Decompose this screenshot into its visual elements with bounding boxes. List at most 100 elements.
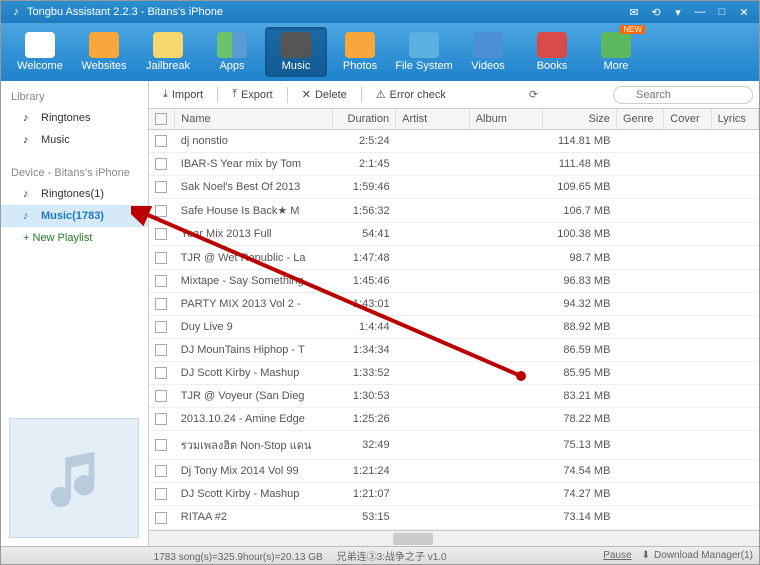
col-cover[interactable]: Cover <box>664 109 711 130</box>
sidebar-item-lib-ringtones[interactable]: ♪Ringtones <box>1 107 148 129</box>
toolbar-books[interactable]: Books <box>521 27 583 77</box>
cell-name: TJR @ Wet Republic - La <box>175 246 333 269</box>
row-checkbox[interactable] <box>155 512 167 524</box>
toolbar-filesystem[interactable]: File System <box>393 27 455 77</box>
table-row[interactable]: 2013.10.24 - Amine Edge 1:25:26 78.22 MB <box>149 408 759 431</box>
col-album[interactable]: Album <box>469 109 543 130</box>
row-checkbox[interactable] <box>155 181 167 193</box>
row-checkbox[interactable] <box>155 488 167 500</box>
toolbar-jailbreak[interactable]: Jailbreak <box>137 27 199 77</box>
row-checkbox[interactable] <box>155 321 167 333</box>
cell-album <box>469 153 543 176</box>
table-row[interactable]: Duy Live 9 1:4:44 88.92 MB <box>149 315 759 338</box>
row-checkbox[interactable] <box>155 390 167 402</box>
col-size[interactable]: Size <box>543 109 617 130</box>
close-icon[interactable]: ✕ <box>737 5 751 19</box>
sync-icon[interactable]: ⟲ <box>649 5 663 19</box>
cell-size: 94.32 MB <box>543 292 617 315</box>
sidebar-item-lib-music[interactable]: ♪Music <box>1 129 148 151</box>
horizontal-scrollbar[interactable] <box>149 530 759 546</box>
export-button[interactable]: ⤒ Export <box>224 85 281 104</box>
table-row[interactable]: PARTY MIX 2013 Vol 2 - 1:43:01 94.32 MB <box>149 292 759 315</box>
cell-artist <box>396 130 470 153</box>
table-row[interactable]: TJR @ Wet Republic - La 1:47:48 98.7 MB <box>149 246 759 269</box>
cell-duration: 54:41 <box>333 223 396 246</box>
cell-album <box>469 199 543 223</box>
table-row[interactable]: Dj Tony Mix 2014 Vol 99 1:21:24 74.54 MB <box>149 460 759 483</box>
videos-icon <box>473 32 503 58</box>
titlebar[interactable]: ♪ Tongbu Assistant 2.2.3 - Bitans's iPho… <box>1 1 759 23</box>
sidebar-item-dev-music[interactable]: ♪Music(1783) <box>1 205 148 227</box>
col-genre[interactable]: Genre <box>616 109 663 130</box>
table-row[interactable]: DJ Scott Kirby - Mashup 1:21:07 74.27 MB <box>149 483 759 506</box>
cell-album <box>469 460 543 483</box>
table-row[interactable]: TJR @ Voyeur (San Dieg 1:30:53 83.21 MB <box>149 385 759 408</box>
error-check-button[interactable]: ⚠ Error check <box>368 85 454 104</box>
track-table: Name Duration Artist Album Size Genre Co… <box>149 109 759 530</box>
cell-duration: 1:4:44 <box>333 315 396 338</box>
row-checkbox[interactable] <box>155 344 167 356</box>
row-checkbox[interactable] <box>155 228 167 240</box>
row-checkbox[interactable] <box>155 205 167 217</box>
table-row[interactable]: Mixtape - Say Something 1:45:46 96.83 MB <box>149 269 759 292</box>
toolbar-music[interactable]: Music <box>265 27 327 77</box>
toolbar-more[interactable]: MoreNEW <box>585 27 647 77</box>
track-table-wrap[interactable]: Name Duration Artist Album Size Genre Co… <box>149 109 759 530</box>
row-checkbox[interactable] <box>155 275 167 287</box>
maximize-icon[interactable]: □ <box>715 5 729 19</box>
table-row[interactable]: Sak Noel's Best Of 2013 1:59:46 109.65 M… <box>149 176 759 199</box>
cell-name: Sak Noel's Best Of 2013 <box>175 176 333 199</box>
cell-name: DJ MounTains Hiphop - T <box>175 338 333 361</box>
jailbreak-icon <box>153 32 183 58</box>
table-row[interactable]: IBAR-S Year mix by Tom 2:1:45 111.48 MB <box>149 153 759 176</box>
pause-button[interactable]: Pause <box>603 550 631 561</box>
cell-duration: 1:43:01 <box>333 292 396 315</box>
col-artist[interactable]: Artist <box>396 109 470 130</box>
col-check[interactable] <box>149 109 175 130</box>
table-row[interactable]: dj nonstio 2:5:24 114.81 MB <box>149 130 759 153</box>
toolbar-photos[interactable]: Photos <box>329 27 391 77</box>
toolbar-welcome[interactable]: Welcome <box>9 27 71 77</box>
table-row[interactable]: รวมเพลงฮิต Non-Stop แดน 32:49 75.13 MB <box>149 431 759 460</box>
feedback-icon[interactable]: ✉ <box>627 5 641 19</box>
menu-icon[interactable]: ▾ <box>671 5 685 19</box>
toolbar-apps[interactable]: Apps <box>201 27 263 77</box>
export-icon: ⤒ <box>232 88 237 101</box>
row-checkbox[interactable] <box>155 158 167 170</box>
row-checkbox[interactable] <box>155 298 167 310</box>
import-button[interactable]: ⤓ Import <box>155 85 211 104</box>
cell-name: Year Mix 2013 Full <box>175 223 333 246</box>
col-duration[interactable]: Duration <box>333 109 396 130</box>
table-row[interactable]: Year Mix 2013 Full 54:41 100.38 MB <box>149 223 759 246</box>
app-icon: ♪ <box>9 5 23 19</box>
row-checkbox[interactable] <box>155 367 167 379</box>
table-row[interactable]: DJ Scott Kirby - Mashup 1:33:52 85.95 MB <box>149 361 759 384</box>
row-checkbox[interactable] <box>155 135 167 147</box>
refresh-button[interactable]: ⟳ <box>523 88 543 101</box>
col-name[interactable]: Name <box>175 109 333 130</box>
toolbar-videos[interactable]: Videos <box>457 27 519 77</box>
table-row[interactable]: Safe House Is Back★ M 1:56:32 106.7 MB <box>149 199 759 223</box>
toolbar-websites[interactable]: Websites <box>73 27 135 77</box>
photos-icon <box>345 32 375 58</box>
table-row[interactable]: DJ MounTains Hiphop - T 1:34:34 86.59 MB <box>149 338 759 361</box>
download-manager-button[interactable]: ⬇ Download Manager(1) <box>642 550 753 561</box>
item-icon: ♪ <box>23 112 35 124</box>
row-checkbox[interactable] <box>155 439 167 451</box>
new-playlist-button[interactable]: + New Playlist <box>1 227 148 249</box>
row-checkbox[interactable] <box>155 252 167 264</box>
row-checkbox[interactable] <box>155 413 167 425</box>
delete-button[interactable]: ✕ Delete <box>294 85 355 104</box>
table-row[interactable]: RITAA #2 53:15 73.14 MB <box>149 506 759 529</box>
sidebar-item-dev-ringtones[interactable]: ♪Ringtones(1) <box>1 183 148 205</box>
row-checkbox[interactable] <box>155 465 167 477</box>
minimize-icon[interactable]: — <box>693 5 707 19</box>
scroll-thumb[interactable] <box>393 533 433 545</box>
cell-album <box>469 292 543 315</box>
cell-artist <box>396 408 470 431</box>
websites-icon <box>89 32 119 58</box>
search-input[interactable] <box>613 86 753 104</box>
col-lyrics[interactable]: Lyrics <box>711 109 758 130</box>
new-badge: NEW <box>620 25 645 34</box>
cell-duration: 2:1:45 <box>333 153 396 176</box>
